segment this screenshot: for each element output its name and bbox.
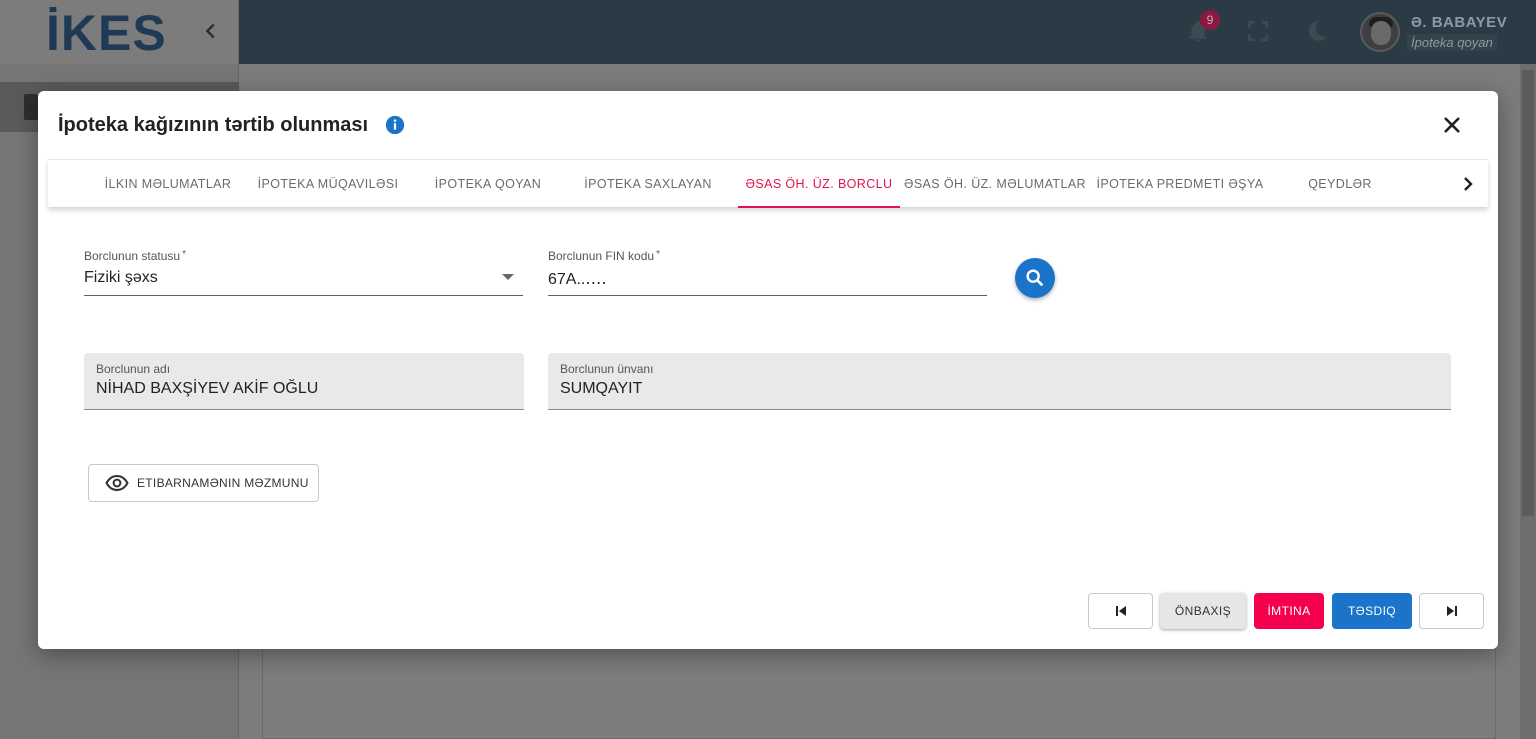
required-mark: * (182, 249, 186, 260)
tab-bar: İlkin məlumatlar İpoteka müqaviləsi İpot… (48, 159, 1488, 208)
cancel-button[interactable]: İmtina (1254, 593, 1324, 629)
info-icon[interactable] (384, 114, 406, 136)
last-page-button[interactable] (1419, 593, 1484, 629)
status-select-underline (84, 295, 523, 296)
sidebar-item-icon (24, 94, 38, 120)
tab-ipoteka-saxlayan[interactable]: İpoteka saxlayan (578, 160, 718, 208)
address-field: Borclunun ünvanı SUMQAYIT (548, 353, 1451, 410)
search-button[interactable] (1015, 258, 1055, 298)
status-label: Borclunun statusu * (84, 249, 186, 263)
app-logo-area: İKES (0, 0, 239, 64)
preview-button[interactable]: Önbaxış (1160, 593, 1246, 629)
fin-label: Borclunun FIN kodu * (548, 249, 660, 263)
avatar[interactable] (1360, 12, 1400, 52)
address-label: Borclunun ünvanı (560, 362, 654, 376)
tab-ipoteka-qoyan[interactable]: İpoteka qoyan (418, 160, 558, 208)
tab-qeydler[interactable]: Qeydlər (1270, 160, 1410, 208)
search-icon (1026, 269, 1044, 287)
tab-esas-melumatlar[interactable]: Əsas öh. üz. məlumatlar (900, 160, 1090, 208)
address-value: SUMQAYIT (560, 380, 643, 397)
name-value: NİHAD BAXŞİYEV AKİF OĞLU (96, 380, 319, 397)
eye-icon (105, 474, 129, 492)
fin-input[interactable]: 67A..‥‥ (548, 269, 607, 289)
skip-next-icon (1446, 606, 1457, 616)
tab-esas-borclu[interactable]: Əsas öh. üz. borclu (738, 160, 900, 208)
first-page-button[interactable] (1088, 593, 1153, 629)
user-role: İpoteka qoyan (1407, 34, 1497, 51)
tab-ilkin-melumatlar[interactable]: İlkin məlumatlar (98, 160, 238, 208)
proxy-content-button[interactable]: Etibarnamənin məzmunu (88, 464, 319, 502)
confirm-button[interactable]: Təsdiq (1332, 593, 1412, 629)
app-logo: İKES (46, 5, 167, 61)
notification-badge: 9 (1200, 10, 1220, 30)
skip-previous-icon (1115, 606, 1126, 616)
user-name: Ə. BABAYEV (1411, 14, 1508, 31)
name-field: Borclunun adı NİHAD BAXŞİYEV AKİF OĞLU (84, 353, 524, 410)
tab-ipoteka-predmeti[interactable]: İpoteka predmeti əşya (1090, 160, 1270, 208)
close-icon[interactable] (1440, 113, 1464, 137)
page-scrollbar-thumb[interactable] (1522, 70, 1534, 516)
fullscreen-icon[interactable] (1245, 18, 1271, 44)
name-label: Borclunun adı (96, 362, 171, 376)
tab-ipoteka-muqavilesi[interactable]: İpoteka müqaviləsi (258, 160, 398, 208)
chevron-left-icon[interactable] (200, 20, 222, 42)
fin-input-underline (548, 295, 987, 296)
modal-title: İpoteka kağızının tərtib olunması (58, 114, 369, 136)
status-select[interactable]: Fiziki şəxs (84, 269, 158, 287)
modal-dialog: İpoteka kağızının tərtib olunması İlkin … (38, 91, 1498, 649)
proxy-content-label: Etibarnamənin məzmunu (137, 476, 309, 490)
dropdown-arrow-icon[interactable] (502, 274, 514, 280)
moon-icon[interactable] (1304, 18, 1330, 44)
required-mark: * (656, 249, 660, 260)
chevron-right-icon[interactable] (1456, 172, 1480, 196)
